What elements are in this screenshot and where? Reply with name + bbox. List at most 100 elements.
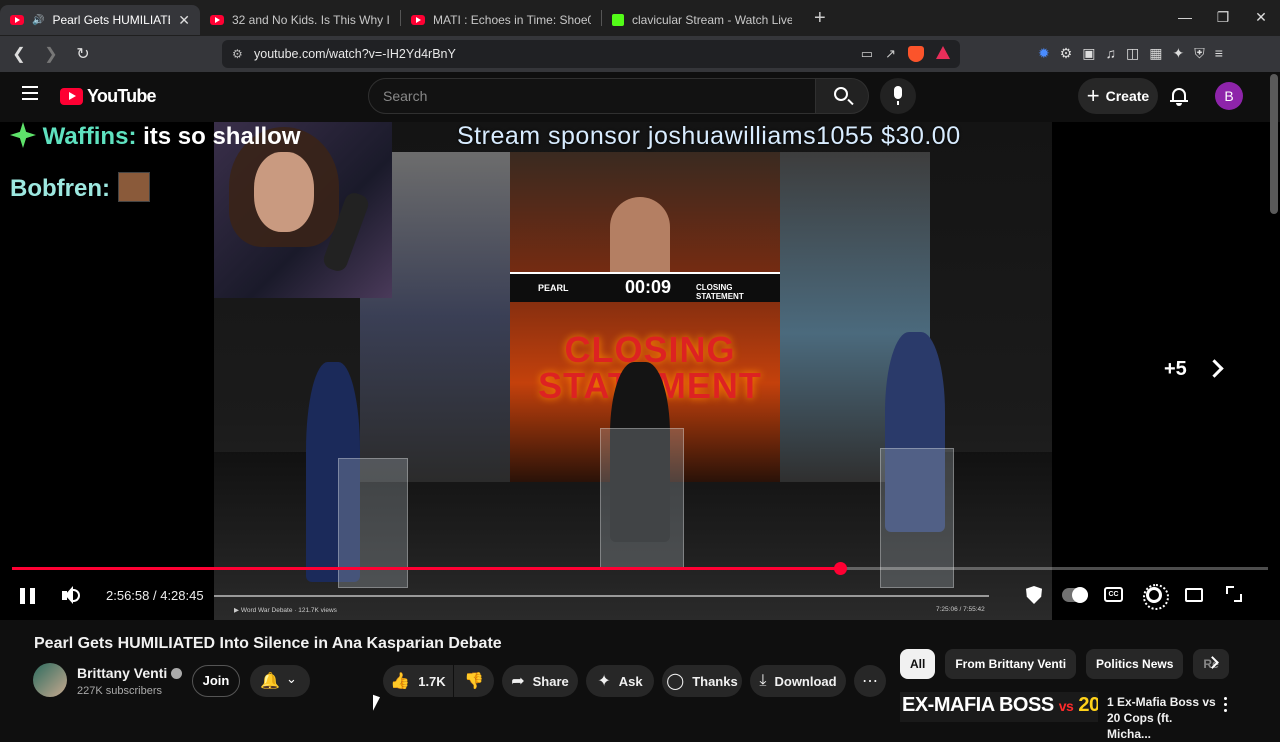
thanks-label: Thanks [692, 673, 738, 689]
more-horizontal-icon: ⋯ [862, 673, 878, 690]
theater-mode-icon[interactable] [1185, 588, 1203, 602]
chip-from-channel[interactable]: From Brittany Venti [945, 649, 1077, 679]
brave-shields-icon[interactable] [908, 46, 924, 62]
notifications-bell-icon[interactable] [1170, 86, 1188, 106]
pause-icon-bar [30, 588, 35, 604]
site-settings-icon[interactable]: ⚙ [232, 47, 243, 61]
account-avatar[interactable]: B [1215, 82, 1243, 110]
lower-third-name: PEARL [538, 283, 569, 293]
media-icon[interactable]: ♫ [1106, 45, 1117, 62]
embedded-channel: Word War Debate [240, 607, 293, 614]
puzzle-icon[interactable]: ⚙ [1060, 45, 1073, 62]
create-button[interactable]: + Create [1078, 78, 1158, 114]
kick-icon [612, 14, 624, 26]
search-button[interactable] [815, 78, 869, 114]
ask-button[interactable]: ✦ Ask [586, 665, 654, 697]
toggle-knob [1072, 587, 1088, 603]
share-button[interactable]: ➦ Share [502, 665, 578, 697]
share-icon: ➦ [511, 673, 525, 690]
download-icon: ⤓ [759, 672, 767, 689]
restore-icon[interactable]: ❐ [1204, 0, 1242, 36]
search-input[interactable] [369, 79, 815, 113]
thumbs-down-icon: 👎 [464, 673, 484, 690]
related-video-thumbnail[interactable]: EX-MAFIA BOSS vs 20 COPS [900, 692, 1098, 722]
new-tab-button[interactable]: + [802, 7, 838, 30]
download-button[interactable]: ⤓ Download [750, 665, 846, 697]
audio-playing-icon[interactable]: 🔊 [32, 15, 44, 26]
lower-third-timer: 00:09 [625, 277, 672, 297]
video-player[interactable]: PEARL 00:09 CLOSING STATEMENT CLOSING ST… [0, 122, 1280, 620]
address-bar[interactable]: ⚙ youtube.com/watch?v=-IH2Yd4rBnY ▭ ↗ [222, 40, 960, 68]
chat-username: Waffins: [42, 123, 137, 150]
sidebar-icon[interactable]: ◫ [1126, 45, 1139, 62]
chevron-right-icon[interactable] [1205, 359, 1224, 378]
thumbnail-text: EX-MAFIA BOSS vs 20 COPS [902, 694, 1098, 716]
search-box [368, 78, 816, 114]
join-button[interactable]: Join [192, 665, 240, 697]
like-button[interactable]: 👍 1.7K [383, 665, 453, 697]
brave-rewards-icon[interactable] [936, 46, 950, 59]
browser-tab[interactable]: clavicular Stream - Watch Live on Kick [602, 5, 802, 35]
pause-icon [20, 588, 25, 604]
extension-icon[interactable]: ✹ [1038, 45, 1050, 62]
menu-icon[interactable]: ≡ [1215, 45, 1223, 62]
debate-lower-third: PEARL 00:09 CLOSING STATEMENT [510, 272, 780, 302]
subscription-bell-button[interactable]: 🔔 ⌄ [250, 665, 310, 697]
more-actions-button[interactable]: ⋯ [854, 665, 886, 697]
chip-politics-news[interactable]: Politics News [1086, 649, 1184, 679]
screenshot-icon[interactable]: ▣ [1082, 45, 1095, 62]
browser-tab[interactable]: MATI : Echoes in Time: Shoe0nhead [401, 5, 601, 35]
sparkle-icon: ✦ [597, 673, 611, 690]
close-window-icon[interactable]: ✕ [1242, 0, 1280, 36]
settings-gear-icon[interactable] [1143, 584, 1169, 610]
voice-search-button[interactable] [880, 78, 916, 114]
youtube-logo[interactable]: YouTube [60, 86, 157, 107]
wallet-icon[interactable]: ▦ [1149, 45, 1162, 62]
share-page-icon[interactable]: ↗ [885, 46, 896, 62]
page-scrollbar[interactable] [1270, 74, 1278, 214]
browser-tab[interactable]: 32 and No Kids. Is This Why I am Lonely [200, 5, 400, 35]
forward-icon[interactable]: ❯ [38, 44, 64, 64]
thanks-button[interactable]: ◯ Thanks [662, 665, 742, 697]
back-icon[interactable]: ❮ [6, 44, 32, 64]
progress-bar[interactable] [12, 562, 1268, 575]
subtitles-button[interactable]: CC [1104, 587, 1123, 602]
related-video-title[interactable]: 1 Ex-Mafia Boss vs 20 Cops (ft. Micha... [1107, 694, 1217, 742]
dislike-button[interactable]: 👎 [454, 665, 494, 697]
chat-username: Bobfren: [10, 175, 110, 202]
vpn-icon[interactable]: ⛨ [1194, 45, 1205, 62]
reload-icon[interactable]: ↻ [70, 44, 96, 64]
browser-tab-active[interactable]: 🔊 Pearl Gets HUMILIATED Into Silence in … [0, 5, 200, 35]
youtube-header: YouTube + Create B [0, 72, 1280, 122]
volume-button[interactable] [60, 584, 82, 608]
minimize-icon[interactable]: — [1166, 0, 1204, 36]
youtube-play-icon [60, 88, 83, 105]
youtube-icon [411, 15, 425, 25]
more-vertical-icon[interactable] [1224, 697, 1228, 715]
url-actions: ▭ ↗ [861, 46, 950, 62]
autoplay-toggle[interactable] [1062, 587, 1088, 603]
chip-all[interactable]: All [900, 649, 936, 679]
chat-message: Waffins: its so shallow [10, 122, 300, 151]
stream-sponsor-overlay: Stream sponsor joshuawilliams1055 $30.00 [457, 122, 961, 150]
cast-icon[interactable]: ▭ [861, 46, 873, 62]
video-title: Pearl Gets HUMILIATED Into Silence in An… [34, 635, 502, 652]
progress-played [12, 567, 841, 570]
pause-button[interactable] [20, 584, 36, 608]
url-text[interactable]: youtube.com/watch?v=-IH2Yd4rBnY [254, 47, 456, 61]
window-controls: — ❐ ✕ [1166, 0, 1280, 36]
close-tab-icon[interactable]: ✕ [178, 12, 190, 29]
thumbs-up-icon: 👍 [390, 673, 411, 690]
channel-name[interactable]: Brittany Venti [77, 665, 167, 681]
more-videos-count[interactable]: +5 [1164, 358, 1187, 381]
browser-tab-bar: 🔊 Pearl Gets HUMILIATED Into Silence in … [0, 0, 1280, 36]
microphone-icon [894, 86, 902, 105]
fullscreen-icon[interactable] [1226, 586, 1242, 602]
verified-icon [171, 668, 183, 679]
share-label: Share [532, 673, 569, 689]
recommendation-chips: All From Brittany Venti Politics News Re [900, 649, 1229, 679]
leo-ai-icon[interactable]: ✦ [1173, 45, 1185, 62]
hamburger-menu-icon[interactable] [22, 86, 38, 104]
tab-title: clavicular Stream - Watch Live on Kick [632, 13, 792, 27]
channel-avatar[interactable] [33, 663, 67, 697]
